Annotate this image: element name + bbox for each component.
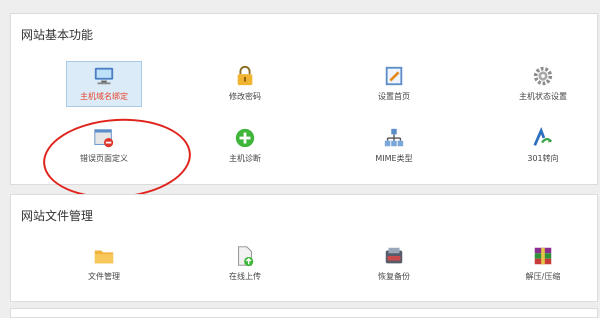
tool-extract-compress[interactable]: 解压/压缩 bbox=[483, 245, 600, 282]
archive-icon bbox=[534, 247, 552, 265]
gear-icon bbox=[533, 66, 553, 86]
tool-label: 修改密码 bbox=[229, 92, 261, 101]
tool-change-password[interactable]: 修改密码 bbox=[185, 65, 305, 102]
tool-label: 解压/压缩 bbox=[525, 272, 561, 281]
tool-restore-backup[interactable]: 恢复备份 bbox=[334, 245, 454, 282]
lock-icon bbox=[237, 65, 253, 86]
network-icon bbox=[384, 128, 404, 147]
section-title: 网站基本功能 bbox=[21, 28, 94, 42]
tool-label: 错误页面定义 bbox=[80, 154, 128, 163]
section-next bbox=[10, 308, 598, 318]
tool-host-diagnosis[interactable]: 主机诊断 bbox=[185, 127, 305, 164]
section-file-management: 网站文件管理 文件管理 在线上传 恢复备份 解压/压缩 bbox=[10, 194, 598, 302]
computer-icon bbox=[94, 67, 114, 85]
folder-icon bbox=[94, 250, 114, 264]
tool-online-upload[interactable]: 在线上传 bbox=[185, 245, 305, 282]
tool-mime-type[interactable]: MIME类型 bbox=[334, 127, 454, 164]
tool-label: MIME类型 bbox=[375, 154, 413, 163]
error-page-icon bbox=[94, 129, 114, 148]
tool-label: 文件管理 bbox=[88, 272, 120, 281]
tool-label: 在线上传 bbox=[229, 272, 261, 281]
tool-label: 301转向 bbox=[527, 154, 559, 163]
add-icon bbox=[235, 128, 255, 148]
tool-label: 设置首页 bbox=[378, 92, 410, 101]
tool-label: 主机诊断 bbox=[229, 154, 261, 163]
section-basic-functions: 网站基本功能 主机域名绑定 修改密码 设置首页 主机状态设置 错误页面定义 主机… bbox=[10, 13, 600, 204]
upload-icon bbox=[238, 246, 254, 267]
tool-set-homepage[interactable]: 设置首页 bbox=[334, 65, 454, 102]
redirect-icon bbox=[533, 127, 553, 146]
tool-host-status[interactable]: 主机状态设置 bbox=[483, 65, 600, 102]
tool-301-redirect[interactable]: 301转向 bbox=[483, 127, 600, 164]
tool-label: 恢复备份 bbox=[378, 272, 410, 281]
backup-icon bbox=[385, 247, 403, 264]
tool-label: 主机域名绑定 bbox=[80, 92, 128, 101]
settings-page-icon bbox=[385, 66, 403, 86]
tool-file-manager[interactable]: 文件管理 bbox=[44, 245, 164, 282]
tool-error-page[interactable]: 错误页面定义 bbox=[44, 127, 164, 164]
tool-domain-binding[interactable]: 主机域名绑定 bbox=[44, 65, 164, 102]
section-title: 网站文件管理 bbox=[21, 209, 94, 223]
tool-label: 主机状态设置 bbox=[519, 92, 567, 101]
